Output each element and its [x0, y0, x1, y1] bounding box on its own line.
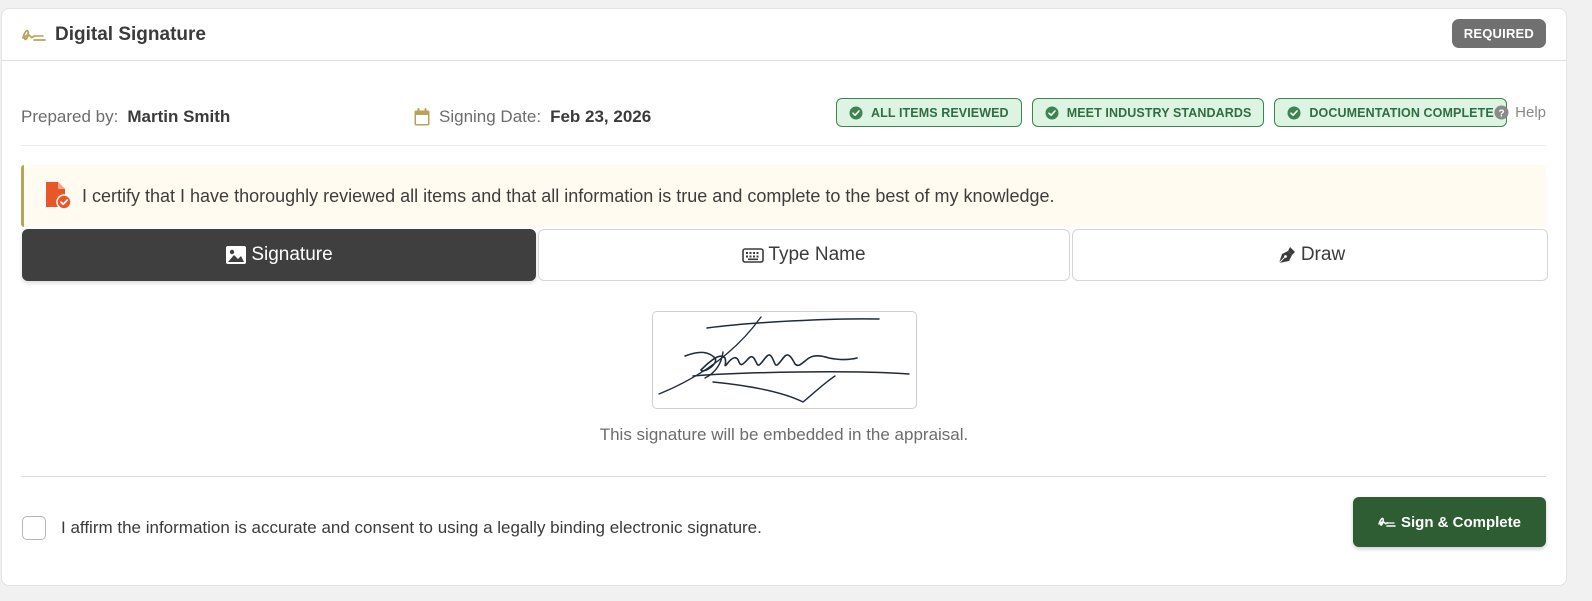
- signature-method-tabs: Signature Type Name Draw: [22, 229, 1548, 281]
- meta-row: Prepared by: Martin Smith Signing Date: …: [21, 97, 1546, 137]
- check-circle-icon: [849, 106, 863, 120]
- tab-label: Draw: [1300, 244, 1346, 265]
- calendar-icon: [414, 108, 430, 126]
- keyboard-icon: [742, 245, 765, 265]
- card-title: Digital Signature: [55, 23, 206, 45]
- signing-date-label: Signing Date:: [439, 107, 542, 126]
- divider: [21, 145, 1546, 146]
- prepared-by-label: Prepared by:: [21, 107, 119, 126]
- question-circle-icon: ?: [1494, 105, 1509, 120]
- digital-signature-card: Digital Signature REQUIRED Prepared by: …: [1, 8, 1567, 586]
- status-pills: ALL ITEMS REVIEWED MEET INDUSTRY STANDAR…: [836, 98, 1507, 127]
- signature-caption: This signature will be embedded in the a…: [599, 425, 969, 444]
- tab-draw[interactable]: Draw: [1072, 229, 1548, 281]
- status-badge-label: DOCUMENTATION COMPLETE: [1309, 105, 1494, 120]
- tab-label: Type Name: [768, 244, 866, 265]
- check-circle-icon: [1045, 106, 1059, 120]
- certification-banner: I certify that I have thoroughly reviewe…: [21, 165, 1546, 227]
- prepared-by-value: Martin Smith: [127, 107, 231, 126]
- svg-text:?: ?: [1499, 108, 1505, 119]
- tab-type-name[interactable]: Type Name: [538, 229, 1070, 281]
- required-badge: REQUIRED: [1451, 19, 1546, 48]
- tab-signature[interactable]: Signature: [22, 229, 536, 281]
- sign-button-label: Sign & Complete: [1400, 513, 1521, 531]
- prepared-by: Prepared by: Martin Smith: [21, 97, 230, 137]
- status-badge-meet-industry-standards: MEET INDUSTRY STANDARDS: [1031, 98, 1265, 127]
- help-label: Help: [1515, 103, 1546, 121]
- sign-and-complete-button[interactable]: Sign & Complete: [1353, 497, 1546, 547]
- image-icon: [225, 245, 247, 265]
- help-link[interactable]: ? Help: [1494, 97, 1546, 127]
- divider: [21, 476, 1546, 477]
- card-header: Digital Signature REQUIRED: [2, 9, 1566, 61]
- signature-icon: [1378, 515, 1396, 529]
- status-badge-label: MEET INDUSTRY STANDARDS: [1066, 105, 1252, 120]
- signing-date: Signing Date: Feb 23, 2026: [414, 97, 651, 137]
- check-circle-icon: [1287, 106, 1301, 120]
- certification-text: I certify that I have thoroughly reviewe…: [82, 185, 1055, 206]
- signature-preview: [652, 311, 917, 409]
- status-badge-label: ALL ITEMS REVIEWED: [871, 105, 1009, 120]
- signing-date-value: Feb 23, 2026: [550, 107, 652, 126]
- consent-text: I affirm the information is accurate and…: [61, 518, 762, 537]
- signature-image: [658, 316, 910, 403]
- status-badge-documentation-complete: DOCUMENTATION COMPLETE: [1274, 98, 1507, 127]
- file-check-icon: [43, 181, 73, 211]
- tab-label: Signature: [251, 244, 333, 265]
- signature-icon: [21, 26, 47, 44]
- status-badge-all-items-reviewed: ALL ITEMS REVIEWED: [836, 98, 1022, 127]
- consent-checkbox[interactable]: [22, 516, 46, 540]
- pen-nib-icon: [1275, 245, 1297, 265]
- consent-row: I affirm the information is accurate and…: [22, 515, 762, 541]
